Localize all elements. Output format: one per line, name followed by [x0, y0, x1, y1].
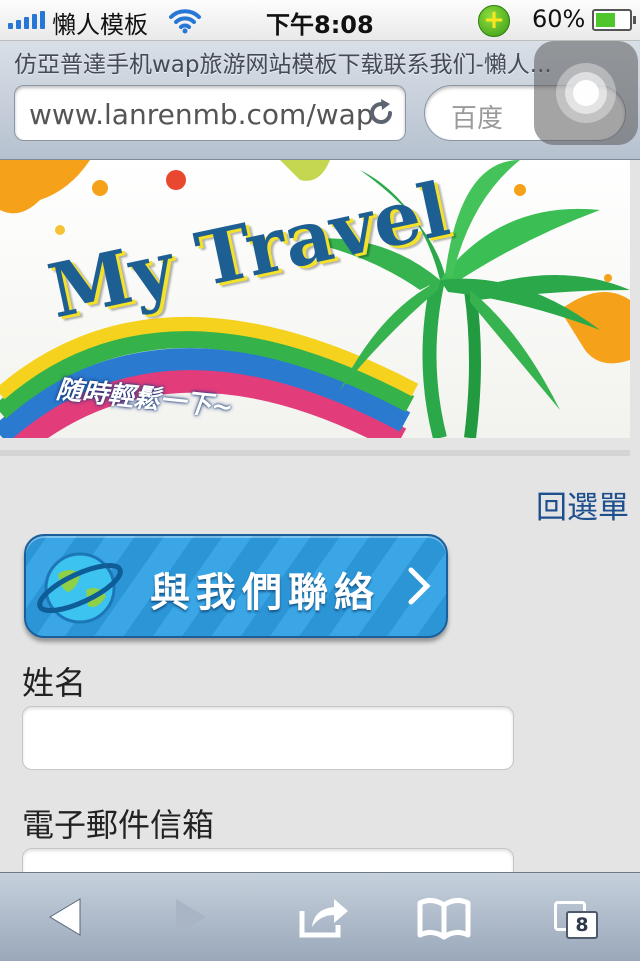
divider [0, 450, 630, 456]
name-input[interactable] [22, 706, 514, 770]
name-label: 姓名 [22, 664, 87, 702]
back-arrow-icon[interactable] [36, 891, 96, 943]
signal-strength-icon [8, 11, 45, 29]
tabs-button[interactable]: 8 [544, 891, 604, 943]
web-page: My Travel 随時輕鬆一下~ 回選單 與我們聯絡 姓名 電子郵件信箱 [0, 160, 640, 872]
status-bar: 懶人模板 下午8:08 + 60% [0, 0, 640, 41]
search-placeholder: 百度 [451, 104, 504, 134]
globe-icon [37, 552, 123, 624]
carrier-name: 懶人模板 [52, 11, 148, 39]
reload-icon[interactable] [366, 98, 396, 128]
travel-banner: My Travel 随時輕鬆一下~ [0, 160, 630, 438]
bookmarks-icon[interactable] [414, 891, 474, 943]
battery-percent: 60% [532, 5, 586, 33]
chevron-right-icon [408, 567, 431, 605]
forward-arrow-icon[interactable] [160, 891, 220, 943]
wifi-icon [169, 9, 201, 34]
back-to-menu-link[interactable]: 回選單 [536, 482, 629, 527]
clock: 下午8:08 [266, 11, 374, 39]
browser-bottom-toolbar: 8 [0, 872, 640, 961]
address-bar[interactable]: www.lanrenmb.com/wap [14, 85, 406, 141]
email-label: 電子郵件信箱 [22, 806, 215, 844]
url-text: www.lanrenmb.com/wap [29, 98, 374, 131]
contact-us-button[interactable]: 與我們聯絡 [24, 534, 448, 638]
email-input[interactable] [22, 848, 514, 872]
page-title: 仿亞普達手机wap旅游网站模板下载联系我们-懶人... [14, 52, 552, 78]
tab-count-badge: 8 [566, 911, 598, 939]
contact-button-label: 與我們聯絡 [150, 570, 380, 616]
assistive-touch-button[interactable] [534, 41, 638, 145]
battery-level-fill [596, 13, 615, 27]
security-app-icon: + [478, 5, 510, 37]
battery-icon [592, 9, 636, 31]
browser-toolbar: 仿亞普達手机wap旅游网站模板下载联系我们-懶人... www.lanrenmb… [0, 41, 640, 160]
share-icon[interactable] [294, 891, 354, 943]
